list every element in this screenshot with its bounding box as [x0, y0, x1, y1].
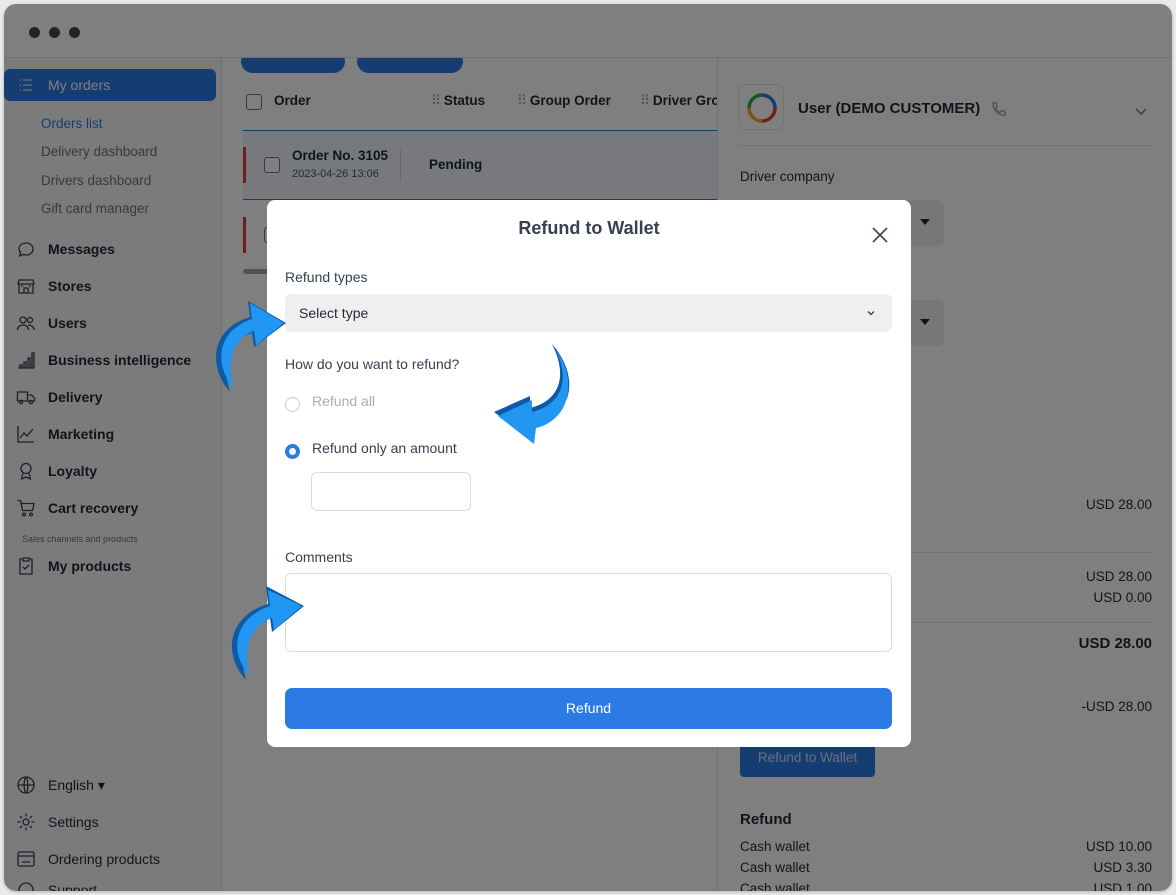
- comments-textarea[interactable]: [285, 573, 892, 652]
- refund-amount-radio[interactable]: [285, 444, 300, 459]
- refund-types-label: Refund types: [285, 269, 368, 285]
- chevron-down-icon: [867, 311, 875, 316]
- dialog-title: Refund to Wallet: [518, 218, 660, 238]
- refund-amount-input[interactable]: [311, 472, 471, 511]
- refund-all-label[interactable]: Refund all: [312, 393, 375, 409]
- annotation-arrow-icon: [494, 344, 570, 444]
- select-value: Select type: [299, 305, 369, 321]
- browser-window: My orders Orders list Delivery dashboard…: [4, 4, 1172, 891]
- refund-to-wallet-dialog: Refund to Wallet Refund types Select typ…: [267, 200, 911, 747]
- refund-method-label: How do you want to refund?: [285, 356, 460, 372]
- refund-all-radio[interactable]: [285, 397, 300, 412]
- refund-amount-label[interactable]: Refund only an amount: [312, 440, 457, 456]
- annotation-arrow-icon: [216, 301, 286, 392]
- refund-button[interactable]: Refund: [285, 688, 892, 729]
- annotation-arrow-icon: [231, 586, 304, 680]
- comments-label: Comments: [285, 549, 353, 565]
- refund-type-select[interactable]: Select type: [285, 294, 892, 332]
- close-icon[interactable]: [869, 224, 891, 246]
